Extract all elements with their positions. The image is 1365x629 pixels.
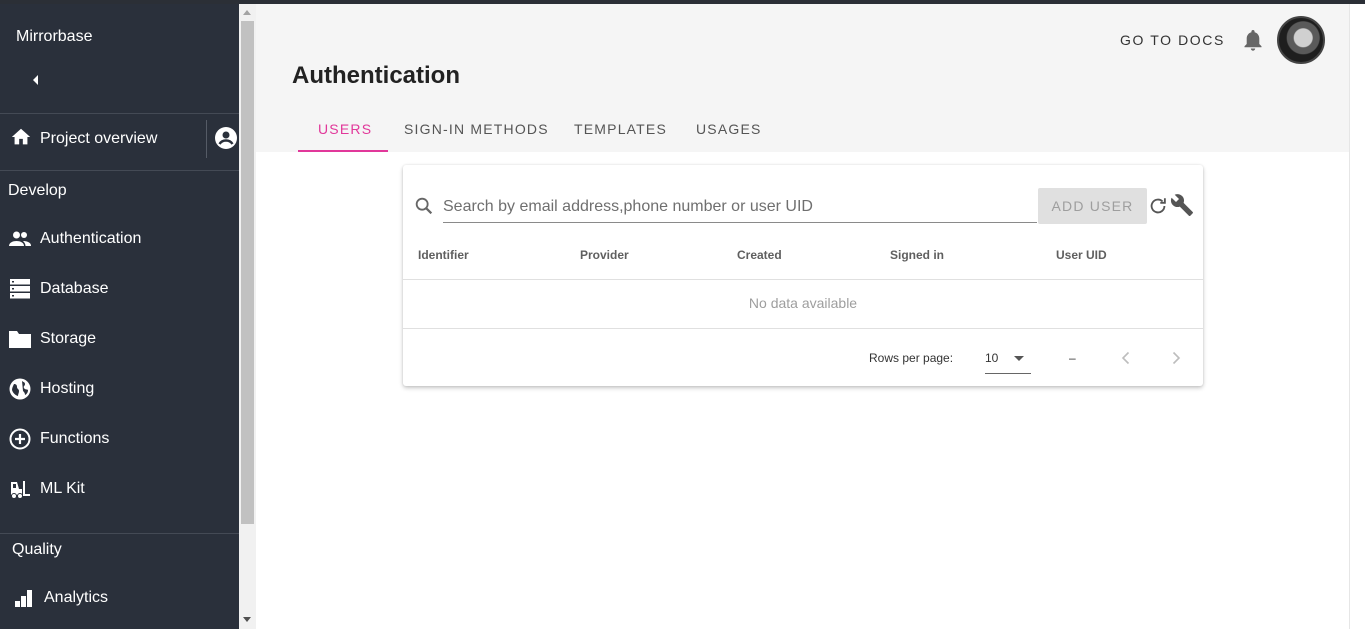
chevron-left-icon (1121, 351, 1130, 365)
users-table-card: ADD USER Identifier Provider Created Sig… (403, 165, 1203, 386)
sidebar-item-label: ML Kit (40, 480, 85, 497)
rows-per-page-value: 10 (985, 351, 999, 365)
search-icon (413, 195, 435, 217)
go-to-docs-link[interactable]: GO TO DOCS (1120, 32, 1225, 48)
sidebar-item-storage[interactable]: Storage (0, 314, 239, 364)
sidebar-item-hosting[interactable]: Hosting (0, 364, 239, 414)
sidebar-item-ml-kit[interactable]: ML Kit (0, 464, 239, 514)
sidebar: Mirrorbase Project overview Develop Auth… (0, 4, 239, 629)
column-header-provider[interactable]: Provider (580, 248, 629, 262)
project-overview-link[interactable]: Project overview (0, 114, 206, 164)
scroll-down-arrow-icon[interactable] (243, 617, 251, 622)
divider (0, 170, 239, 171)
column-header-signed-in[interactable]: Signed in (890, 248, 944, 262)
sidebar-item-label: Storage (40, 330, 97, 347)
project-overview-row: Project overview (0, 114, 239, 164)
scrollbar-thumb[interactable] (241, 21, 254, 524)
analytics-icon (12, 586, 36, 610)
app-name: Mirrorbase (16, 28, 93, 45)
notifications-bell-icon[interactable] (1242, 28, 1264, 52)
sidebar-item-label: Functions (40, 430, 110, 447)
people-icon (8, 227, 32, 251)
previous-page-button[interactable] (1114, 346, 1138, 370)
tab-usages[interactable]: USAGES (696, 121, 762, 137)
page-scrollbar-track (1349, 4, 1365, 629)
home-icon (10, 126, 32, 153)
chevron-left-icon (33, 75, 38, 85)
divider (403, 328, 1203, 329)
scroll-up-arrow-icon[interactable] (243, 10, 251, 15)
sidebar-item-authentication[interactable]: Authentication (0, 214, 239, 264)
tab-sign-in-methods[interactable]: SIGN-IN METHODS (404, 121, 549, 137)
ml-kit-icon (8, 477, 32, 501)
search-input[interactable] (443, 191, 1037, 223)
empty-state-text: No data available (748, 295, 858, 311)
column-header-user-uid[interactable]: User UID (1056, 248, 1107, 262)
account-circle-icon[interactable] (214, 126, 238, 150)
column-header-created[interactable]: Created (737, 248, 782, 262)
functions-icon (8, 427, 32, 451)
section-quality: Quality (12, 541, 62, 558)
collapse-sidebar-button[interactable] (26, 70, 46, 90)
pagination-range: – (1069, 351, 1076, 365)
column-header-identifier[interactable]: Identifier (418, 248, 469, 262)
wrench-icon[interactable] (1170, 193, 1194, 217)
sidebar-item-database[interactable]: Database (0, 264, 239, 314)
database-icon (8, 277, 32, 301)
add-user-button[interactable]: ADD USER (1038, 188, 1147, 224)
section-develop: Develop (8, 182, 67, 199)
rows-per-page-label: Rows per page: (869, 351, 954, 365)
tab-templates[interactable]: TEMPLATES (574, 121, 667, 137)
sidebar-item-label: Authentication (40, 230, 142, 247)
divider (206, 120, 207, 158)
sidebar-item-label: Database (40, 280, 109, 297)
caret-down-icon (1014, 356, 1024, 361)
user-avatar[interactable] (1277, 16, 1325, 64)
page-title: Authentication (292, 62, 460, 89)
divider (0, 533, 239, 534)
sidebar-scrollbar[interactable] (239, 4, 256, 629)
folder-icon (8, 327, 32, 351)
sidebar-item-functions[interactable]: Functions (0, 414, 239, 464)
refresh-icon[interactable] (1147, 195, 1169, 217)
divider (403, 279, 1203, 280)
sidebar-item-label: Hosting (40, 380, 95, 397)
sidebar-item-label: Analytics (44, 589, 109, 606)
globe-icon (8, 377, 32, 401)
sidebar-item-analytics[interactable]: Analytics (0, 573, 239, 623)
rows-per-page-select[interactable]: 10 (985, 344, 1031, 374)
next-page-button[interactable] (1164, 346, 1188, 370)
tab-users[interactable]: USERS (318, 121, 372, 137)
project-overview-label: Project overview (40, 130, 158, 147)
active-tab-indicator (298, 150, 388, 152)
chevron-right-icon (1172, 351, 1181, 365)
